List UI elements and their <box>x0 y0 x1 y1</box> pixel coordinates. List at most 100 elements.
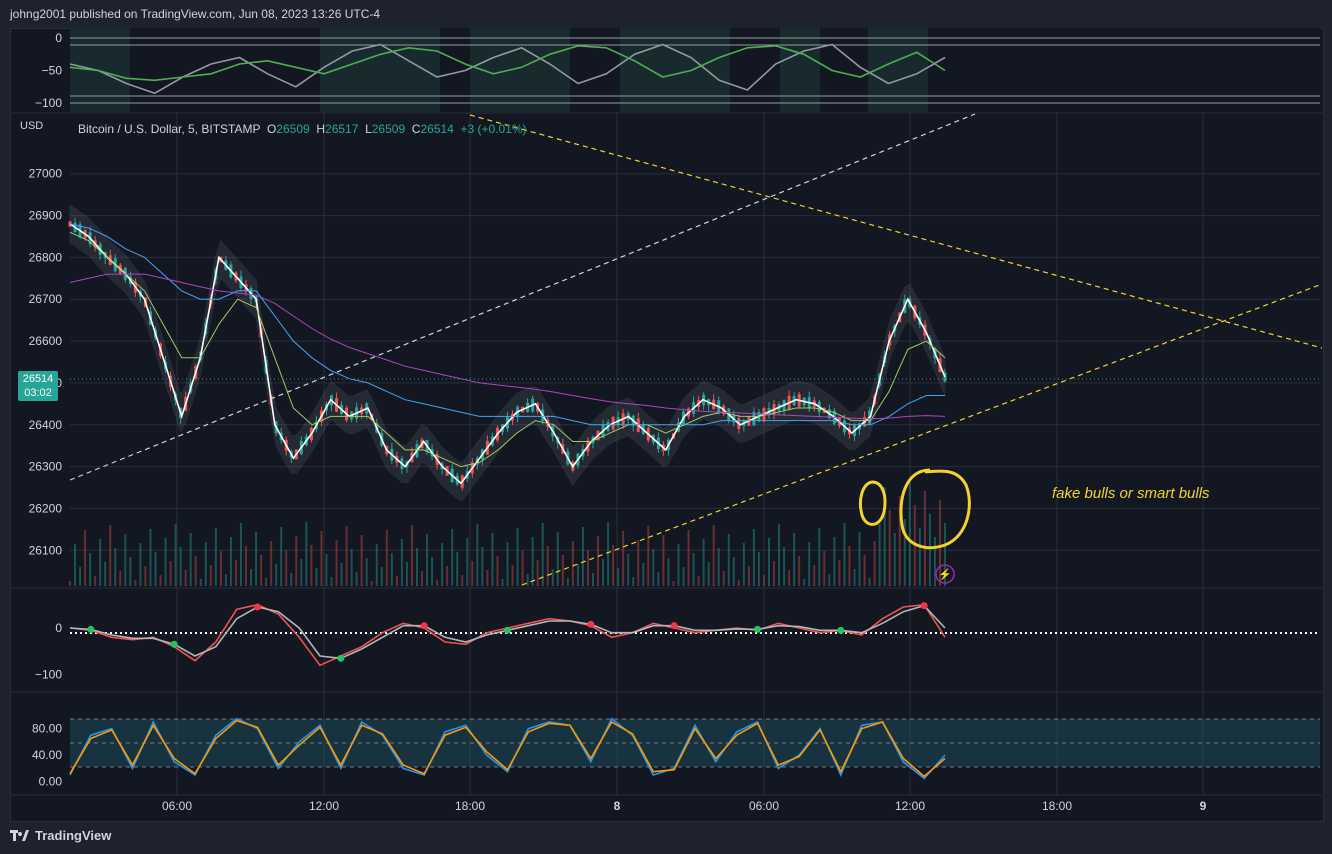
volume-bar <box>732 557 735 586</box>
volume-bar <box>451 529 454 586</box>
osc-zone <box>620 28 730 112</box>
volume-bar <box>229 537 232 586</box>
volume-bar <box>918 528 921 586</box>
volume-bar <box>833 537 836 586</box>
volume-bar <box>928 514 931 586</box>
volume-bar <box>471 561 474 586</box>
volume-bar <box>717 548 720 586</box>
volume-bar <box>843 523 846 586</box>
volume-bar <box>526 574 529 586</box>
volume-bar <box>109 525 112 586</box>
volume-bar <box>199 579 202 586</box>
volume-bar <box>486 570 489 586</box>
volume-bar <box>521 551 524 586</box>
x-tick-label: 12:00 <box>895 799 925 813</box>
volume-bar <box>687 530 690 586</box>
volume-bar <box>566 578 569 586</box>
volume-bar <box>602 559 605 586</box>
volume-bar <box>838 560 841 586</box>
volume-bar <box>79 567 82 586</box>
volume-bar <box>627 554 630 586</box>
x-tick-label: 9 <box>1200 799 1207 813</box>
volume-bar <box>325 554 328 586</box>
volume-bar <box>632 577 635 586</box>
volume-bar <box>265 578 268 586</box>
volume-bar <box>159 575 162 586</box>
momentum-signal-dot <box>337 654 345 662</box>
volume-bar <box>813 565 816 586</box>
volume-bar <box>712 525 715 586</box>
tradingview-logo-icon <box>10 829 29 841</box>
y-tick-label: −100 <box>35 668 62 682</box>
volume-bar <box>853 569 856 586</box>
volume-bar <box>74 544 77 586</box>
volume-bar <box>350 549 353 586</box>
momentum-signal-dot <box>254 603 261 611</box>
volume-bar <box>310 545 313 586</box>
volume-bar <box>702 539 705 586</box>
y-tick-label: 26900 <box>29 209 63 223</box>
volume-bar <box>818 528 821 586</box>
volume-bar <box>788 570 791 586</box>
volume-bar <box>597 536 600 586</box>
volume-bar <box>496 556 499 586</box>
high-label: H <box>316 122 326 136</box>
volume-bar <box>783 547 786 586</box>
y-tick-label: 26800 <box>29 250 63 264</box>
volume-bar <box>119 571 122 586</box>
volume-bar <box>727 534 730 586</box>
volume-bar <box>516 528 519 586</box>
momentum-signal-dot <box>837 626 845 634</box>
volume-bar <box>290 573 293 586</box>
volume-bar <box>823 551 826 586</box>
volume-bar <box>209 565 212 586</box>
momentum-signal-dot <box>670 622 678 630</box>
y-tick-label: 0 <box>55 621 62 635</box>
price-moving-averages <box>69 223 946 485</box>
volume-bar <box>692 553 695 586</box>
momentum-signal-dot <box>87 625 95 633</box>
volume-bar <box>581 527 584 586</box>
volume-bar <box>426 534 429 586</box>
open-value: 26509 <box>276 122 310 136</box>
volume-bar <box>415 548 418 586</box>
volume-bar <box>873 541 876 586</box>
last-price: 26514 <box>22 373 54 385</box>
volume-bar <box>139 543 142 586</box>
volume-bar <box>511 565 514 586</box>
momentum-signal-dot <box>170 640 178 648</box>
footer[interactable]: TradingView <box>10 828 111 843</box>
momentum-signal-dot <box>420 622 428 630</box>
volume-bar <box>400 539 403 586</box>
annotation-text: fake bulls or smart bulls <box>1052 485 1210 502</box>
volume-bar <box>591 573 594 586</box>
volume-bar <box>431 557 434 586</box>
volume-bar <box>169 561 172 586</box>
x-tick-label: 06:00 <box>749 799 779 813</box>
close-value: 26514 <box>420 122 454 136</box>
osc-zone <box>320 28 440 112</box>
volume-bar <box>134 580 137 586</box>
osc-zone <box>470 28 570 112</box>
annotation-circle-small[interactable] <box>858 480 887 526</box>
high-value: 26517 <box>325 122 359 136</box>
volume-bar <box>194 556 197 586</box>
volume-bar <box>360 535 363 586</box>
volume-bar <box>89 553 92 586</box>
volume-bar <box>536 560 539 586</box>
volume-bar <box>255 532 258 586</box>
y-tick-label: 26400 <box>29 418 63 432</box>
volume-bar <box>104 562 107 586</box>
volume-bar <box>330 577 333 586</box>
volume-bar <box>667 558 670 586</box>
volume-bar <box>270 541 273 586</box>
volume-bar <box>828 574 831 586</box>
volume-bar <box>531 537 534 586</box>
volume-bar <box>878 524 881 586</box>
volume-bar <box>456 552 459 586</box>
volume-bar <box>436 580 439 586</box>
volume-bar <box>345 526 348 586</box>
momentum-signal-dot <box>920 602 928 610</box>
momentum-signal-dot <box>587 620 595 628</box>
volume-bar <box>612 545 615 586</box>
